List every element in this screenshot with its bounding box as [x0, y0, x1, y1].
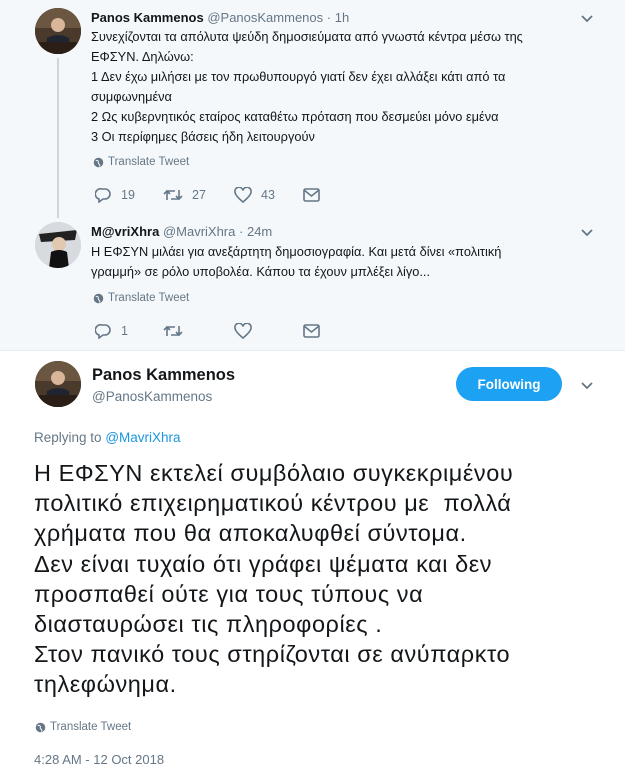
replying-to: Replying to @MavriXhra [34, 430, 181, 445]
author-name[interactable]: Panos Kammenos [91, 10, 204, 25]
tweet-text-line: διασταυρώσει τις πληροφορίες . [34, 610, 383, 637]
tweet-text-line: Η ΕΦΣΥΝ εκτελεί συμβόλαιο συγκεκριμένου [34, 460, 514, 486]
message-button[interactable] [303, 188, 329, 202]
tweet-header: M@vriXhra @MavriXhra · 24m [91, 224, 272, 239]
retweet-button[interactable] [163, 323, 206, 339]
author-name[interactable]: M@vriXhra [91, 224, 159, 239]
tweet-text-line: τηλεφώνημα. [34, 671, 177, 698]
translate-label[interactable]: Translate Tweet [108, 156, 189, 168]
tweet-text-line: Συνεχίζονται τα απόλυτα ψεύδη δημοσιεύμα… [91, 29, 523, 44]
globe-icon [93, 157, 104, 167]
chevron-down-icon[interactable] [580, 381, 594, 391]
tweet-text-line: 2 Ως κυβερνητικός εταίρος καταθέτω πρότα… [91, 109, 499, 124]
tweet-time[interactable]: 24m [247, 224, 272, 239]
like-button[interactable] [234, 323, 275, 339]
tweet-text: Συνεχίζονται τα απόλυτα ψεύδη δημοσιεύμα… [91, 27, 523, 147]
like-button[interactable]: 43 [234, 187, 275, 203]
reply-count: 1 [121, 324, 128, 338]
author-handle[interactable]: @MavriXhra [163, 224, 235, 239]
tweet-actions: 1 [95, 323, 357, 339]
reply-icon [95, 187, 111, 203]
tweet-text-line: Στον πανικό τους στηρίζονται σε ανύπαρκτ… [34, 641, 511, 668]
translate-tweet-link[interactable]: Translate Tweet [35, 721, 131, 733]
tweet-text-line: ΕΦΣΥΝ. Δηλώνω: [91, 49, 194, 64]
avatar[interactable] [35, 361, 81, 407]
reply-icon [95, 323, 111, 339]
retweet-icon [163, 189, 183, 201]
retweet-icon [163, 325, 183, 337]
tweet-text-line: προσπαθεί ούτε για τους τύπους να [34, 580, 424, 607]
chevron-down-icon[interactable] [580, 228, 594, 238]
retweet-button[interactable]: 27 [163, 187, 206, 203]
replying-to-link[interactable]: @MavriXhra [105, 430, 180, 445]
message-button[interactable] [303, 324, 329, 338]
envelope-icon [303, 188, 320, 202]
thread-connector [57, 58, 59, 218]
separator-dot: · [239, 224, 244, 239]
following-button[interactable]: Following [456, 367, 562, 401]
tweet-text-line: 1 Δεν έχω μιλήσει με τον πρωθυπουργό για… [91, 69, 506, 84]
avatar[interactable] [35, 222, 81, 268]
translate-label[interactable]: Translate Tweet [50, 721, 131, 733]
heart-icon [234, 323, 252, 339]
author-name[interactable]: Panos Kammenos [92, 366, 235, 385]
tweet-timestamp[interactable]: 4:28 AM - 12 Oct 2018 [34, 752, 164, 767]
reply-button[interactable]: 1 [95, 323, 135, 339]
replying-prefix: Replying to [34, 430, 102, 445]
tweet-text-line: συμφωνημένα [91, 89, 172, 104]
translate-tweet-link[interactable]: Translate Tweet [93, 292, 189, 304]
reply-count: 19 [121, 188, 135, 202]
chevron-down-icon[interactable] [580, 14, 594, 24]
tweet-text-line: χρήματα που θα αποκαλυφθεί σύντομα. [34, 520, 467, 547]
main-tweet-text: Η ΕΦΣΥΝ εκτελεί συμβόλαιο συγκεκριμένου … [34, 458, 513, 700]
tweet-time[interactable]: 1h [335, 10, 349, 25]
tweet-text-line: γραμμή» σε ρόλο υποβολέα. Κάπου τα έχουν… [91, 264, 431, 279]
tweet-text: Η ΕΦΣΥΝ μιλάει για ανεξάρτητη δημοσιογρα… [91, 242, 501, 282]
tweet-text-line: Δεν είναι τυχαίο ότι γράφει ψέματα και δ… [34, 550, 493, 577]
reply-button[interactable]: 19 [95, 187, 135, 203]
tweet-text-line: πολιτικό επιχειρηματικού κέντρου με πολλ… [34, 490, 512, 517]
tweet-actions: 19 27 43 [95, 187, 357, 203]
tweet-header: Panos Kammenos @PanosKammenos · 1h [91, 10, 349, 25]
like-count: 43 [261, 188, 275, 202]
avatar[interactable] [35, 8, 81, 54]
translate-label[interactable]: Translate Tweet [108, 292, 189, 304]
author-handle[interactable]: @PanosKammenos [207, 10, 323, 25]
separator-dot: · [326, 10, 332, 25]
author-handle[interactable]: @PanosKammenos [92, 389, 212, 404]
tweet-text-line: 3 Οι περίφημες βάσεις ήδη λειτουργούν [91, 129, 315, 144]
tweet-text-line: Η ΕΦΣΥΝ μιλάει για ανεξάρτητη δημοσιογρα… [91, 244, 502, 259]
translate-tweet-link[interactable]: Translate Tweet [93, 156, 189, 168]
globe-icon [35, 722, 46, 732]
globe-icon [93, 293, 104, 303]
retweet-count: 27 [192, 188, 206, 202]
heart-icon [234, 187, 252, 203]
envelope-icon [303, 324, 320, 338]
